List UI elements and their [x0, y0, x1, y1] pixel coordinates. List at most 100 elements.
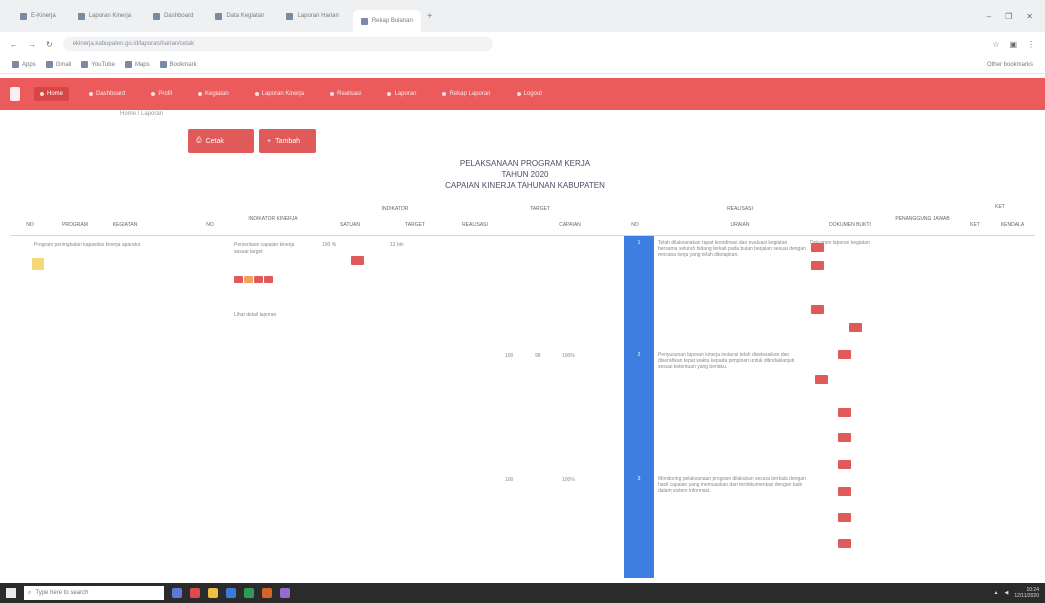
other-bookmarks[interactable]: Other bookmarks	[987, 62, 1033, 68]
upload-button[interactable]	[815, 375, 828, 384]
bookmark-item[interactable]: Maps	[124, 61, 150, 68]
bookmark-item[interactable]: Bookmark	[159, 61, 197, 68]
detail-button[interactable]	[264, 276, 273, 283]
capaian-value: 100%	[562, 353, 575, 359]
browser-tab[interactable]: E-Kinerja	[12, 7, 64, 25]
delete-button[interactable]	[254, 276, 263, 283]
column-header: NO	[26, 222, 34, 228]
back-icon[interactable]: ←	[10, 40, 18, 49]
column-header: KENDALA	[1000, 222, 1025, 228]
nav-item-performance[interactable]: Laporan Kinerja	[249, 87, 310, 101]
add-button[interactable]: + Tambah	[259, 129, 316, 153]
word-icon[interactable]	[226, 588, 236, 598]
column-header: CAPAIAN	[559, 222, 581, 228]
nav-item-profile[interactable]: Profil	[145, 87, 178, 101]
upload-button[interactable]	[838, 460, 851, 469]
upload-button[interactable]	[838, 539, 851, 548]
favicon-icon	[77, 12, 85, 20]
nav-item-dashboard[interactable]: Dashboard	[83, 87, 131, 101]
edit-button[interactable]	[234, 276, 243, 283]
realization-value: 98	[535, 353, 541, 359]
volume-icon[interactable]: ◀	[1004, 590, 1008, 596]
windows-start-icon[interactable]	[6, 588, 16, 598]
browser-tab[interactable]: Data Kegiatan	[207, 7, 272, 25]
close-button[interactable]: ✕	[1026, 12, 1033, 21]
upload-button[interactable]	[849, 323, 862, 332]
upload-button[interactable]	[811, 243, 824, 252]
upload-button[interactable]	[838, 487, 851, 496]
new-tab-button[interactable]: +	[427, 11, 433, 22]
view-button[interactable]	[244, 276, 253, 283]
network-icon[interactable]: ▲	[994, 590, 999, 596]
upload-button[interactable]	[838, 513, 851, 522]
list-icon	[198, 92, 203, 96]
nav-item-reports[interactable]: Laporan	[381, 87, 422, 101]
entry-description: Penyusunan laporan kinerja instansi tela…	[658, 352, 795, 370]
clock[interactable]: 10:24 12/11/2020	[1014, 587, 1039, 599]
nav-item-realization[interactable]: Realisasi	[324, 87, 367, 101]
browser-tab[interactable]: Laporan Harian	[278, 7, 346, 25]
report-table: INDIKATOR TARGET REALISASI KET NO PROGRA…	[10, 200, 1035, 578]
logout-icon	[516, 92, 521, 96]
home-icon	[40, 92, 44, 96]
address-bar: ← → ↻ ekinerja.kabupaten.go.id/laporan/h…	[0, 32, 1045, 56]
folder-icon[interactable]	[208, 588, 218, 598]
print-button[interactable]: ⎙ Cetak	[188, 129, 254, 153]
document-icon[interactable]	[32, 258, 44, 270]
taskbar-search[interactable]: ⌕ Type here to search	[24, 586, 164, 600]
browser-tab[interactable]: Dashboard	[145, 7, 201, 25]
chrome-icon[interactable]	[190, 588, 200, 598]
nav-item-home[interactable]: Home	[34, 87, 70, 101]
star-icon[interactable]: ☆	[992, 40, 999, 49]
group-header: KET	[995, 204, 1005, 210]
folder-icon	[442, 92, 447, 96]
report-title-line-1: PELAKSANAAN PROGRAM KERJA	[459, 159, 591, 168]
upload-button[interactable]	[838, 350, 851, 359]
forward-icon[interactable]: →	[28, 40, 36, 49]
favicon-icon	[360, 17, 368, 25]
column-header: REALISASI	[462, 222, 488, 228]
file-icon	[387, 92, 392, 96]
minimize-button[interactable]: –	[987, 12, 991, 21]
browser-tab-active[interactable]: Rekap Bulanan	[352, 10, 421, 32]
bookmark-item[interactable]: YouTube	[81, 61, 115, 68]
browser-actions: ☆ ▣ ⋮	[992, 40, 1035, 49]
entry-number: 3	[637, 476, 641, 482]
url-field[interactable]: ekinerja.kabupaten.go.id/laporan/harian/…	[62, 37, 493, 51]
nav-item-activities[interactable]: Kegiatan	[192, 87, 235, 101]
chart-icon	[254, 92, 259, 96]
edit-target-button[interactable]	[351, 256, 364, 265]
favicon-icon	[153, 12, 161, 20]
report-title: PELAKSANAAN PROGRAM KERJA TAHUN 2020 CAP…	[380, 158, 670, 191]
task-view-icon[interactable]	[172, 588, 182, 598]
upload-button[interactable]	[811, 261, 824, 270]
app-logo[interactable]	[10, 87, 20, 101]
breadcrumb: Home / Laporan	[120, 111, 164, 117]
upload-button[interactable]	[838, 433, 851, 442]
maximize-button[interactable]: ❐	[1005, 12, 1012, 21]
reload-icon[interactable]: ↻	[46, 40, 53, 49]
bookmark-icon	[45, 61, 53, 68]
upload-button[interactable]	[838, 408, 851, 417]
nav-item-summary[interactable]: Rekap Laporan	[436, 87, 496, 101]
extension-icon[interactable]: ▣	[1009, 40, 1017, 49]
table-header: INDIKATOR TARGET REALISASI KET NO PROGRA…	[10, 200, 1035, 236]
bookmark-item[interactable]: Gmail	[45, 61, 71, 68]
column-header: PENANGGUNG JAWAB	[895, 216, 950, 222]
group-header: REALISASI	[727, 206, 753, 212]
menu-icon[interactable]: ⋮	[1027, 40, 1035, 49]
row-action-buttons	[234, 276, 304, 286]
column-header: DOKUMEN BUKTI	[829, 222, 871, 228]
powerpoint-icon[interactable]	[262, 588, 272, 598]
entry-description: Monitoring pelaksanaan program dilakukan…	[658, 476, 806, 494]
os-taskbar: ⌕ Type here to search ▲ ◀ 10:24 12/11/202…	[0, 583, 1045, 603]
detail-link[interactable]: Lihat detail laporan	[234, 312, 310, 319]
upload-button[interactable]	[811, 305, 824, 314]
app-icon[interactable]	[280, 588, 290, 598]
excel-icon[interactable]	[244, 588, 254, 598]
group-header: INDIKATOR	[381, 206, 409, 212]
bookmark-item[interactable]: Apps	[12, 61, 36, 68]
nav-item-logout[interactable]: Logout	[511, 87, 548, 101]
browser-tab[interactable]: Laporan Kinerja	[70, 7, 139, 25]
plus-icon: +	[267, 137, 272, 145]
